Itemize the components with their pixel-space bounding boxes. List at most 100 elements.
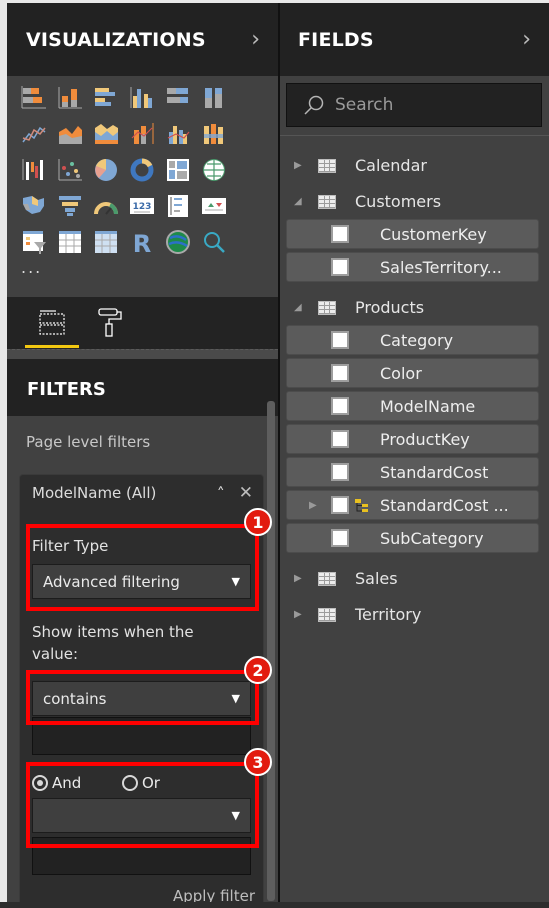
table-territory[interactable]: ▶ Territory [280, 598, 549, 631]
format-tab[interactable] [95, 305, 125, 341]
treemap-icon[interactable] [164, 156, 192, 184]
filled-map-icon[interactable] [20, 192, 48, 220]
matrix-icon[interactable] [92, 228, 120, 256]
filters-scrollbar[interactable] [267, 401, 275, 901]
table-sales[interactable]: ▶ Sales [280, 562, 549, 595]
field-checkbox[interactable] [331, 463, 349, 481]
line-chart-icon[interactable] [20, 120, 48, 148]
pie-chart-icon[interactable] [92, 156, 120, 184]
slicer-icon[interactable] [20, 228, 48, 256]
table-customers[interactable]: ◢ Customers [280, 185, 549, 218]
table-icon [318, 300, 336, 315]
stacked-bar-chart-icon[interactable] [20, 84, 48, 112]
line-and-clustered-column-chart-icon-glyph [167, 126, 190, 144]
field-item[interactable]: CustomerKey [286, 219, 539, 249]
funnel-icon[interactable] [56, 192, 84, 220]
r-script-visual-icon[interactable]: R [128, 228, 156, 256]
chevron-right-icon[interactable]: › [522, 27, 531, 52]
caret-expanded-icon[interactable]: ◢ [294, 302, 308, 313]
area-chart-icon-glyph [59, 126, 82, 144]
table-icon[interactable] [56, 228, 84, 256]
search-visual-icon[interactable] [200, 228, 228, 256]
treemap-icon-glyph [167, 159, 189, 181]
caret-collapsed-icon[interactable]: ▶ [309, 500, 317, 511]
filters-title: FILTERS [27, 379, 106, 400]
area-chart-icon[interactable] [56, 120, 84, 148]
table-calendar[interactable]: ▶ Calendar [280, 149, 549, 182]
chevron-right-icon[interactable]: › [251, 27, 260, 52]
field-checkbox[interactable] [331, 225, 349, 243]
field-item[interactable]: Category [286, 325, 539, 355]
table-name: Sales [355, 569, 398, 588]
ribbon-chart-icon-glyph [204, 124, 223, 144]
search-placeholder: Search [335, 95, 394, 115]
field-item[interactable]: StandardCost [286, 457, 539, 487]
multi-row-card-icon[interactable] [164, 192, 192, 220]
field-item[interactable]: ProductKey [286, 424, 539, 454]
table-icon [318, 607, 336, 622]
gauge-icon-glyph [94, 202, 118, 215]
field-checkbox[interactable] [331, 397, 349, 415]
close-icon[interactable]: ✕ [239, 483, 253, 503]
100-stacked-column-chart-icon[interactable] [200, 84, 228, 112]
multi-row-card-icon-glyph [168, 195, 188, 217]
stacked-bar-chart-icon-glyph [21, 86, 46, 109]
caret-collapsed-icon[interactable]: ▶ [294, 160, 308, 171]
card-icon-glyph: 123 [130, 198, 154, 214]
clustered-bar-chart-icon[interactable] [92, 84, 120, 112]
fields-tab[interactable] [25, 305, 79, 341]
field-item[interactable]: ModelName [286, 391, 539, 421]
scatter-chart-icon[interactable] [56, 156, 84, 184]
matrix-icon-glyph [95, 231, 117, 253]
map-icon-glyph [203, 159, 225, 181]
line-and-stacked-column-chart-icon[interactable] [128, 120, 156, 148]
stacked-column-chart-icon[interactable] [56, 84, 84, 112]
line-chart-icon-glyph [22, 126, 46, 143]
caret-collapsed-icon[interactable]: ▶ [294, 573, 308, 584]
donut-chart-icon[interactable] [128, 156, 156, 184]
filter-card-title[interactable]: ModelName (All) [32, 484, 217, 502]
field-item[interactable]: Color [286, 358, 539, 388]
scatter-chart-icon-glyph [58, 159, 82, 181]
page-level-filters-label: Page level filters [26, 433, 151, 451]
table-name: Customers [355, 192, 442, 211]
gauge-icon[interactable] [92, 192, 120, 220]
field-checkbox[interactable] [331, 258, 349, 276]
search-visual-icon-glyph [204, 232, 225, 253]
100-stacked-bar-chart-icon-glyph [167, 88, 188, 103]
field-item[interactable]: ▶ StandardCost ... [286, 490, 539, 520]
line-and-clustered-column-chart-icon[interactable] [164, 120, 192, 148]
search-divider [280, 135, 549, 136]
field-checkbox[interactable] [331, 331, 349, 349]
caret-collapsed-icon[interactable]: ▶ [294, 609, 308, 620]
waterfall-chart-icon[interactable] [20, 156, 48, 184]
highlight-box-3 [26, 762, 259, 848]
callout-badge-3: 3 [244, 748, 272, 776]
field-checkbox[interactable] [331, 529, 349, 547]
chevron-up-icon[interactable]: ˄ [217, 484, 225, 503]
card-icon[interactable]: 123 [128, 192, 156, 220]
100-stacked-bar-chart-icon[interactable] [164, 84, 192, 112]
field-checkbox[interactable] [331, 496, 349, 514]
fields-search-input[interactable]: Search [286, 83, 542, 127]
visualizations-header: VISUALIZATIONS › [7, 3, 278, 76]
clustered-column-chart-icon[interactable] [128, 84, 156, 112]
table-products[interactable]: ◢ Products [280, 291, 549, 324]
stacked-area-chart-icon-glyph [95, 124, 118, 144]
svg-text:123: 123 [133, 202, 152, 212]
ribbon-chart-icon[interactable] [200, 120, 228, 148]
show-items-label: Show items when the value: [32, 623, 194, 663]
clustered-bar-chart-icon-glyph [95, 88, 115, 106]
field-item[interactable]: SubCategory [286, 523, 539, 553]
globe-map-icon[interactable] [164, 228, 192, 256]
map-icon[interactable] [200, 156, 228, 184]
field-checkbox[interactable] [331, 364, 349, 382]
filter-card-header: ModelName (All) ˄ ✕ [20, 475, 263, 511]
field-item[interactable]: SalesTerritory... [286, 252, 539, 282]
more-visuals-button[interactable]: ... [7, 258, 278, 277]
kpi-icon[interactable] [200, 192, 228, 220]
stacked-area-chart-icon[interactable] [92, 120, 120, 148]
field-name: StandardCost ... [380, 495, 509, 515]
caret-expanded-icon[interactable]: ◢ [294, 196, 308, 207]
field-checkbox[interactable] [331, 430, 349, 448]
